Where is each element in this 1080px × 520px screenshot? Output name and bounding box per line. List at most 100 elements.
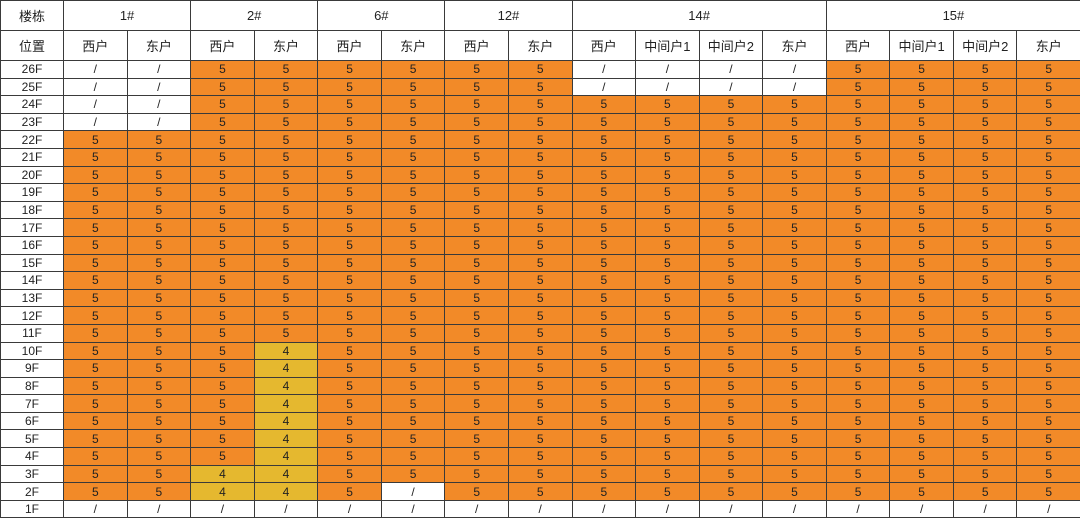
table-cell: 5 [635, 130, 700, 149]
unit-header: 西户 [190, 30, 255, 61]
table-cell: 5 [380, 95, 446, 114]
table-row: 19F 5 5 5 5 5 5 5 5 5 5 5 5 5 5 5 5 [0, 183, 1080, 202]
table-cell: 5 [825, 165, 891, 185]
table-cell: 5 [1016, 147, 1080, 167]
table-cell: 5 [317, 183, 382, 202]
table-cell: 5 [698, 341, 764, 361]
table-cell: 5 [507, 447, 573, 466]
table-cell: 5 [1016, 306, 1080, 325]
table-row: 11F 5 5 5 5 5 5 5 5 5 5 5 5 5 5 5 5 [0, 323, 1080, 343]
table-cell: 5 [571, 429, 637, 449]
table-cell: 5 [444, 359, 509, 378]
table-cell: 5 [63, 394, 128, 413]
table-cell: 5 [1016, 429, 1080, 449]
table-cell: 5 [762, 130, 827, 149]
table-cell: 5 [507, 95, 573, 114]
table-cell: 5 [63, 288, 128, 308]
table-cell: 5 [444, 253, 509, 273]
table-cell: / [63, 77, 128, 97]
table-cell: 4 [253, 482, 319, 501]
building-header: 14# [571, 0, 827, 31]
table-cell: 5 [444, 60, 509, 79]
floor-label: 23F [0, 112, 64, 132]
unit-header: 东户 [762, 30, 827, 61]
table-cell: 5 [952, 323, 1018, 343]
table-cell: 5 [444, 464, 509, 484]
floor-label: 20F [0, 165, 64, 185]
table-row: 18F 5 5 5 5 5 5 5 5 5 5 5 5 5 5 5 5 [0, 200, 1080, 220]
table-cell: 5 [253, 253, 319, 273]
table-cell: 5 [507, 183, 573, 202]
table-cell: 5 [190, 323, 255, 343]
table-row: 10F 5 5 5 4 5 5 5 5 5 5 5 5 5 5 5 5 [0, 341, 1080, 361]
table-cell: 5 [825, 464, 891, 484]
floor-label: 22F [0, 130, 64, 149]
table-cell: 5 [507, 464, 573, 484]
table-cell: 5 [317, 306, 382, 325]
table-cell: 5 [762, 147, 827, 167]
table-cell: 5 [380, 165, 446, 185]
unit-header: 东户 [380, 30, 446, 61]
table-cell: 5 [889, 253, 954, 273]
table-cell: 5 [571, 394, 637, 413]
table-cell: 5 [317, 235, 382, 255]
table-cell: 5 [825, 60, 891, 79]
table-cell: 5 [507, 200, 573, 220]
table-cell: 5 [190, 376, 255, 396]
table-cell: 5 [635, 288, 700, 308]
table-cell: 5 [698, 218, 764, 237]
table-cell: 5 [63, 218, 128, 237]
table-cell: 5 [253, 165, 319, 185]
table-cell: 5 [253, 271, 319, 290]
table-cell: 5 [444, 271, 509, 290]
table-cell: 5 [635, 253, 700, 273]
table-cell: 5 [63, 271, 128, 290]
table-cell: 5 [571, 95, 637, 114]
table-cell: / [253, 499, 319, 519]
table-cell: 5 [63, 376, 128, 396]
table-cell: 5 [190, 253, 255, 273]
table-cell: 5 [507, 60, 573, 79]
table-cell: 5 [253, 77, 319, 97]
table-cell: 5 [698, 306, 764, 325]
table-cell: 5 [126, 147, 192, 167]
table-row: 12F 5 5 5 5 5 5 5 5 5 5 5 5 5 5 5 5 [0, 306, 1080, 325]
table-cell: / [635, 499, 700, 519]
table-cell: 5 [317, 464, 382, 484]
table-cell: / [507, 499, 573, 519]
table-cell: 5 [698, 482, 764, 501]
table-cell: 5 [571, 165, 637, 185]
table-cell: 5 [762, 165, 827, 185]
unit-header: 东户 [1016, 30, 1080, 61]
table-cell: 5 [571, 482, 637, 501]
floor-label: 12F [0, 306, 64, 325]
table-cell: 5 [507, 394, 573, 413]
table-cell: 5 [889, 165, 954, 185]
table-cell: 5 [444, 394, 509, 413]
table-cell: 5 [253, 130, 319, 149]
table-row: 14F 5 5 5 5 5 5 5 5 5 5 5 5 5 5 5 5 [0, 271, 1080, 290]
table-cell: 5 [635, 235, 700, 255]
corner-position-label: 位置 [0, 30, 64, 61]
table-cell: 5 [1016, 253, 1080, 273]
table-cell: 5 [380, 341, 446, 361]
table-cell: 5 [317, 429, 382, 449]
table-cell: 5 [317, 376, 382, 396]
table-cell: 5 [380, 253, 446, 273]
table-cell: 5 [317, 271, 382, 290]
table-cell: 5 [571, 183, 637, 202]
table-cell: / [126, 60, 192, 79]
table-cell: 5 [126, 253, 192, 273]
floor-label: 11F [0, 323, 64, 343]
table-cell: 5 [444, 482, 509, 501]
table-cell: / [444, 499, 509, 519]
table-cell: 5 [825, 359, 891, 378]
table-row: 16F 5 5 5 5 5 5 5 5 5 5 5 5 5 5 5 5 [0, 235, 1080, 255]
table-cell: 5 [190, 183, 255, 202]
table-cell: 5 [190, 306, 255, 325]
table-cell: 5 [380, 218, 446, 237]
table-row: 1F / / / / / / / / / / / / / / / / [0, 499, 1080, 519]
table-cell: 5 [380, 464, 446, 484]
floor-label: 4F [0, 447, 64, 466]
floor-label: 25F [0, 77, 64, 97]
